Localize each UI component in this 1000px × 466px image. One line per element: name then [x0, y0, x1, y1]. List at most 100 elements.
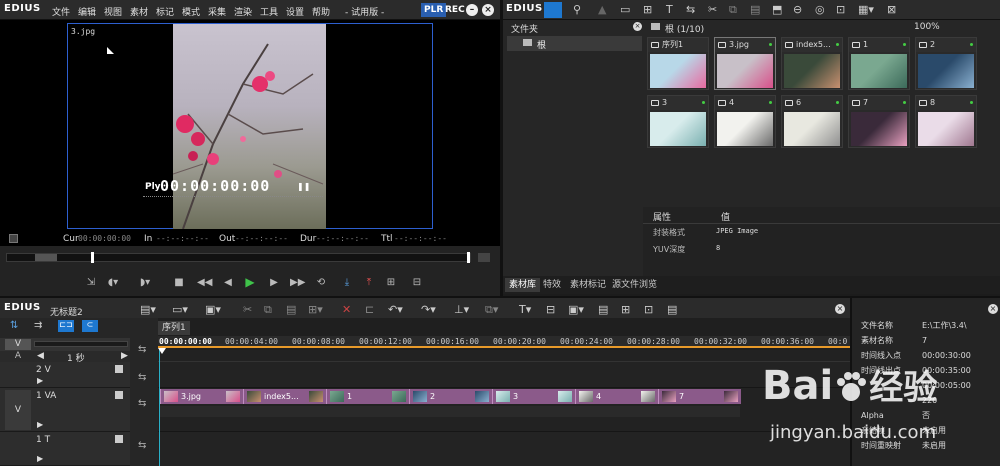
tl-mixer-icon[interactable]: ⊞	[621, 303, 630, 316]
sequence-tab[interactable]: 序列1	[158, 321, 190, 335]
cut-icon[interactable]: ✂	[708, 3, 717, 16]
tl-sync-mode-button[interactable]: ⊂	[82, 320, 98, 332]
bin-clip[interactable]: 2	[915, 37, 977, 90]
timeline-clip[interactable]: 4	[575, 389, 658, 404]
scale-right-icon[interactable]: ▶	[121, 351, 128, 361]
rec-button[interactable]: REC	[442, 3, 468, 17]
tl-ripple-icon[interactable]: ⊥▾	[454, 303, 469, 316]
timeline-clip[interactable]: 2	[409, 389, 492, 404]
timeline-clip[interactable]: 1	[326, 389, 409, 404]
close-icon[interactable]: ×	[482, 4, 494, 16]
minimize-icon[interactable]: –	[466, 4, 478, 16]
end-handle[interactable]	[467, 252, 470, 263]
tl-settings-icon[interactable]: ▤	[667, 303, 677, 316]
prev-frame-icon[interactable]: ◀	[221, 278, 235, 288]
track-select[interactable]: V	[5, 390, 31, 430]
track-sync-icon-3[interactable]: ⇆	[138, 398, 146, 409]
tl-export-icon[interactable]: ⊡	[644, 303, 653, 316]
bin-clip[interactable]: 3.jpg	[714, 37, 776, 90]
scale-left-icon[interactable]: ◀	[37, 351, 44, 361]
tab-source-browser[interactable]: 源文件浏览	[608, 278, 661, 292]
tl-snap-icon[interactable]: ⊟	[546, 303, 555, 316]
timeline-clip[interactable]: index5...	[243, 389, 326, 404]
timeline-clip[interactable]: 7	[658, 389, 741, 404]
undo-icon[interactable]: ↶▾	[388, 303, 403, 316]
bin-clip[interactable]: 序列1	[647, 37, 709, 90]
tl-split-icon[interactable]: ⊏	[365, 303, 374, 316]
save-icon[interactable]: ▣▾	[205, 303, 221, 316]
tl-ripple-mode-icon[interactable]: ⇉	[34, 320, 50, 332]
bin-clip[interactable]: index5...	[781, 37, 843, 90]
folder-view-button[interactable]	[544, 2, 562, 18]
scrub-handle[interactable]	[91, 252, 94, 263]
info-close-icon[interactable]: ×	[988, 304, 998, 314]
tl-mode-icon[interactable]: ⇅	[10, 320, 26, 332]
bin-clip[interactable]: 8	[915, 95, 977, 148]
insert-icon[interactable]: ⇲	[84, 278, 98, 288]
export-icon[interactable]: ⊞	[384, 278, 398, 288]
track-expand-icon[interactable]: ▶	[37, 454, 43, 463]
track-select[interactable]	[5, 364, 31, 386]
timeline-clip[interactable]: 3.jpg	[160, 389, 243, 404]
set-in-icon[interactable]: ◖▾	[106, 278, 120, 288]
replace-icon[interactable]: ⤒	[362, 278, 376, 288]
tl-insert-mode-button[interactable]: ⊏⊐	[58, 320, 74, 332]
sync-icon[interactable]: ⇆	[686, 3, 695, 16]
render-icon[interactable]: ⊟	[410, 278, 424, 288]
track-sync-icon-4[interactable]: ⇆	[138, 440, 146, 451]
timeline-clip[interactable]: 3	[492, 389, 575, 404]
v-button[interactable]: V	[5, 339, 31, 350]
track-lock-icon[interactable]	[115, 435, 123, 443]
rewind-icon[interactable]: ◀◀	[197, 278, 212, 288]
menu-item[interactable]: 工具	[260, 5, 278, 18]
title-icon[interactable]: T	[666, 3, 673, 16]
track-row-2v[interactable]	[158, 362, 850, 388]
menu-item[interactable]: 编辑	[78, 5, 96, 18]
delete-icon[interactable]: ⊖	[793, 3, 802, 16]
menu-item[interactable]: 标记	[156, 5, 174, 18]
play-icon[interactable]: ▶	[243, 276, 257, 288]
menu-item[interactable]: 采集	[208, 5, 226, 18]
tl-title-icon[interactable]: T▾	[519, 303, 531, 316]
fast-forward-icon[interactable]: ▶▶	[290, 278, 305, 288]
next-frame-icon[interactable]: ▶	[267, 278, 281, 288]
menu-item[interactable]: 视图	[104, 5, 122, 18]
tl-paste-mode-icon[interactable]: ⊞▾	[308, 303, 323, 316]
a-button[interactable]: A	[5, 351, 31, 362]
tab-bin[interactable]: 素材库	[505, 278, 541, 292]
tl-sync-icon[interactable]: ⧉▾	[485, 303, 498, 317]
track-scale-slider[interactable]	[34, 341, 128, 347]
add-clip-icon[interactable]: ⊞	[643, 3, 652, 16]
playhead[interactable]	[159, 348, 160, 466]
loop-play-icon[interactable]: ⟲	[314, 278, 328, 288]
stop-icon[interactable]: ■	[172, 278, 186, 288]
redo-icon[interactable]: ↷▾	[421, 303, 436, 316]
track-header[interactable]: V 1 VA ▶	[0, 388, 130, 432]
track-select[interactable]	[5, 434, 31, 464]
folder-close-icon[interactable]: ×	[633, 22, 642, 31]
menu-item[interactable]: 模式	[182, 5, 200, 18]
bin-clip[interactable]: 3	[647, 95, 709, 148]
tab-clip-markers[interactable]: 素材标记	[566, 278, 610, 292]
scrub-bar[interactable]	[6, 252, 471, 263]
bin-clip[interactable]: 4	[714, 95, 776, 148]
open-project-icon[interactable]: ▭▾	[172, 303, 188, 316]
view-mode-icon[interactable]: ▦▾	[858, 3, 874, 16]
overwrite-icon[interactable]: ⤓	[340, 278, 354, 288]
tab-effects[interactable]: 特效	[539, 278, 565, 292]
tl-close-icon[interactable]: ×	[835, 304, 845, 314]
timeline-ruler[interactable]: 00:00:00:00 00:00:04:00 00:00:08:00 00:00:…	[158, 336, 850, 348]
jog-slider[interactable]	[35, 254, 57, 261]
tl-marker-icon[interactable]: ▣▾	[568, 303, 584, 316]
menu-item[interactable]: 文件	[52, 5, 70, 18]
track-header[interactable]: 2 V ▶	[0, 362, 130, 388]
track-header[interactable]: 1 T ▶	[0, 432, 130, 466]
menu-item[interactable]: 设置	[286, 5, 304, 18]
bin-clip[interactable]: 6	[781, 95, 843, 148]
track-lock-icon[interactable]	[115, 391, 123, 399]
set-out-icon[interactable]: ◗▾	[138, 278, 152, 288]
marker-icon[interactable]	[9, 234, 18, 243]
tl-cut-icon[interactable]: ✂	[243, 303, 252, 316]
menu-item[interactable]: 素材	[130, 5, 148, 18]
copy-icon[interactable]: ⧉	[729, 3, 737, 17]
